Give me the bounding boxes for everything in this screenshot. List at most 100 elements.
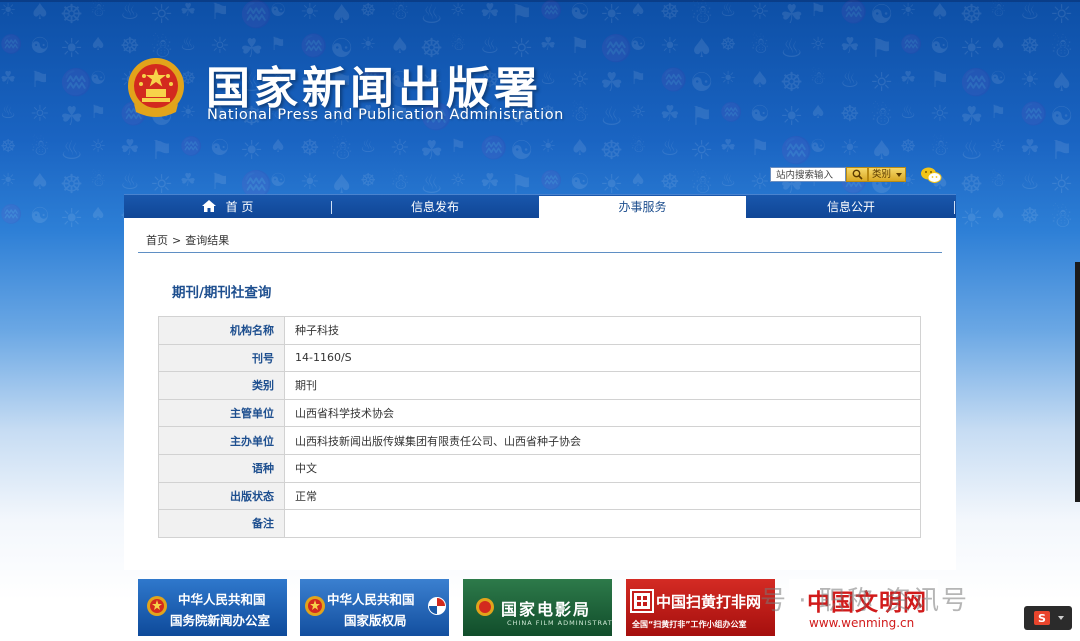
- background-glyph: ⚑: [210, 170, 230, 195]
- footer-link-line2: www.wenming.cn: [809, 616, 915, 630]
- search-button[interactable]: [846, 167, 868, 182]
- category-select[interactable]: 类别: [868, 167, 906, 182]
- background-glyph: ☯: [30, 34, 50, 59]
- footer-link-line1: 国家电影局: [501, 600, 592, 619]
- background-glyph: ☼: [1050, 170, 1074, 200]
- background-glyph: ♒: [780, 136, 813, 166]
- nav-item-services[interactable]: 办事服务: [539, 196, 746, 218]
- background-glyph: ☘: [660, 102, 680, 127]
- footer-link-line2: 全国“扫黄打非”工作小组办公室: [632, 620, 747, 629]
- background-glyph: ☀: [540, 136, 557, 157]
- background-glyph: ☯: [510, 136, 534, 166]
- background-glyph: ☯: [90, 68, 107, 89]
- background-glyph: ♠: [810, 102, 827, 123]
- background-glyph: ♠: [930, 0, 950, 25]
- background-glyph: ☘: [960, 102, 984, 132]
- background-glyph: ☸: [1020, 34, 1040, 59]
- nav-item-home[interactable]: 首 页: [124, 195, 331, 219]
- footer-link-state-council-info-office[interactable]: 中华人民共和国 国务院新闻办公室: [138, 579, 287, 636]
- background-glyph: ♒: [720, 102, 743, 123]
- search-input[interactable]: 站内搜索输入: [770, 167, 846, 182]
- breadcrumb-home-link[interactable]: 首页: [146, 234, 168, 247]
- background-glyph: ♨: [180, 34, 197, 55]
- background-glyph: ☼: [990, 136, 1007, 157]
- background-glyph: ♨: [60, 136, 84, 166]
- table-row: 主办单位 山西科技新闻出版传媒集团有限责任公司、山西省种子协会: [158, 426, 921, 455]
- footer-link-line2: 国务院新闻办公室: [170, 613, 271, 628]
- field-value: 种子科技: [284, 316, 921, 345]
- background-glyph: ♨: [720, 0, 737, 21]
- background-glyph: ☼: [390, 136, 410, 161]
- background-glyph: ♨: [540, 68, 557, 89]
- footer-link-copyright-administration[interactable]: 中华人民共和国 国家版权局: [300, 579, 449, 636]
- nav-item-label: 信息公开: [826, 200, 875, 214]
- sogou-input-icon[interactable]: S: [1024, 606, 1072, 630]
- background-glyph: ☸: [960, 170, 984, 200]
- wechat-icon[interactable]: [920, 166, 942, 184]
- background-glyph: ☼: [570, 68, 590, 93]
- background-glyph: ☸: [300, 136, 320, 161]
- background-glyph: ♒: [1020, 102, 1048, 127]
- background-glyph: ☯: [630, 34, 647, 55]
- background-glyph: ☯: [30, 204, 50, 229]
- field-label: 语种: [158, 453, 285, 483]
- breadcrumb-separator: >: [172, 234, 182, 247]
- background-glyph: ☸: [960, 0, 984, 30]
- background-glyph: ☸: [60, 170, 84, 200]
- background-glyph: ☃: [630, 136, 647, 157]
- background-glyph: ♨: [120, 0, 140, 25]
- field-value: [284, 509, 921, 538]
- background-glyph: ☃: [990, 0, 1007, 21]
- background-glyph: ☯: [930, 34, 950, 59]
- background-glyph: ☘: [720, 136, 737, 157]
- background-glyph: ☸: [840, 102, 860, 127]
- background-glyph: ♨: [660, 136, 680, 161]
- background-glyph: ☸: [660, 170, 680, 195]
- background-glyph: ♒: [60, 68, 93, 98]
- nav-divider: [954, 201, 955, 214]
- table-row: 语种 中文: [158, 453, 921, 483]
- nav-item-info-release[interactable]: 信息发布: [332, 195, 538, 219]
- field-value: 山西科技新闻出版传媒集团有限责任公司、山西省种子协会: [284, 426, 921, 455]
- svg-text:S: S: [1038, 612, 1046, 625]
- background-glyph: ☼: [90, 136, 107, 157]
- background-glyph: ⚑: [870, 34, 894, 64]
- background-glyph: ♨: [900, 102, 917, 123]
- copyright-logo-icon: [428, 597, 446, 615]
- background-glyph: ☃: [570, 102, 590, 127]
- background-glyph: ☀: [960, 204, 984, 230]
- background-glyph: ☼: [150, 0, 174, 30]
- background-glyph: ☀: [840, 136, 860, 161]
- seal-logo-icon: [630, 589, 654, 613]
- national-emblem-icon: [128, 58, 184, 117]
- background-glyph: ♠: [30, 170, 50, 195]
- footer-link-line1: 中华人民共和国: [178, 592, 266, 607]
- background-glyph: ☀: [300, 170, 320, 195]
- background-glyph: ♨: [720, 170, 737, 191]
- nav-item-label: 办事服务: [618, 200, 667, 214]
- nav-item-info-disclosure[interactable]: 信息公开: [747, 195, 955, 219]
- background-glyph: ☃: [1050, 204, 1074, 230]
- footer-link-anti-pornography-office[interactable]: 中国扫黄打非网 全国“扫黄打非”工作小组办公室: [626, 579, 775, 636]
- table-row: 出版状态 正常: [158, 481, 921, 511]
- background-glyph: ♠: [870, 136, 894, 166]
- background-glyph: ☸: [1020, 204, 1040, 229]
- background-glyph: ☀: [960, 34, 984, 64]
- background-glyph: ⚑: [570, 34, 590, 59]
- background-glyph: ⚑: [810, 0, 827, 21]
- background-glyph: ♨: [1020, 170, 1040, 195]
- background-glyph: ☼: [930, 102, 950, 127]
- search-icon: [852, 169, 863, 180]
- journal-details-table: 机构名称 种子科技 刊号 14-1160/S 类别 期刊 主管单位 山西省科学技术协会 …: [158, 316, 921, 538]
- background-glyph: ♒: [480, 136, 508, 161]
- background-glyph: ☃: [90, 0, 107, 21]
- field-value: 14-1160/S: [284, 343, 921, 373]
- field-label: 备注: [158, 509, 285, 538]
- background-glyph: ⚑: [750, 136, 770, 161]
- background-glyph: ♠: [1050, 68, 1074, 98]
- background-glyph: ☼: [750, 170, 770, 195]
- footer-link-china-film-administration[interactable]: 国家电影局 CHINA FILM ADMINISTRATION: [463, 579, 612, 636]
- background-glyph: ☘: [180, 0, 197, 21]
- background-glyph: ☸: [60, 0, 84, 30]
- field-label: 主管单位: [158, 398, 285, 428]
